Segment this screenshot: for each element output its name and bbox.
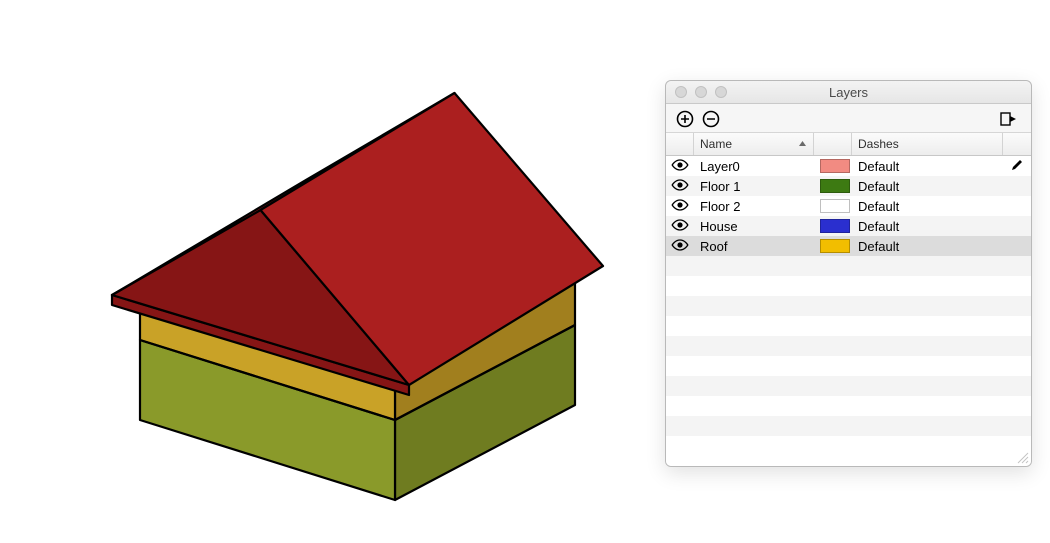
empty-row: [666, 316, 1031, 336]
empty-row: [666, 436, 1031, 456]
color-swatch[interactable]: [820, 159, 850, 173]
zoom-icon[interactable]: [715, 86, 727, 98]
column-edit[interactable]: [1003, 133, 1031, 155]
layer-dashes-cell[interactable]: Default: [852, 176, 1003, 196]
empty-row: [666, 376, 1031, 396]
layer-dashes-cell[interactable]: Default: [852, 236, 1003, 256]
layer-edit-cell[interactable]: [1003, 196, 1031, 216]
add-layer-button[interactable]: [674, 108, 696, 130]
color-swatch[interactable]: [820, 239, 850, 253]
column-color[interactable]: [814, 133, 852, 155]
layer-row[interactable]: Floor 2 Default: [666, 196, 1031, 216]
layer-dashes-label: Default: [858, 179, 899, 194]
resize-handle[interactable]: [1015, 450, 1029, 464]
layer-dashes-cell[interactable]: Default: [852, 216, 1003, 236]
layer-color-cell[interactable]: [814, 176, 852, 196]
layer-name-label: House: [700, 219, 738, 234]
layer-color-cell[interactable]: [814, 156, 852, 176]
visibility-icon: [671, 219, 689, 234]
panel-titlebar[interactable]: Layers: [666, 81, 1031, 104]
visibility-toggle[interactable]: [666, 176, 694, 196]
plus-circle-icon: [676, 110, 694, 128]
layer-row[interactable]: Roof Default: [666, 236, 1031, 256]
layer-name-label: Floor 1: [700, 179, 740, 194]
column-name-label: Name: [700, 137, 732, 151]
send-to-icon: [999, 110, 1017, 128]
visibility-toggle[interactable]: [666, 156, 694, 176]
pencil-icon: [1010, 158, 1024, 175]
layer-edit-cell[interactable]: [1003, 156, 1031, 176]
layer-dashes-label: Default: [858, 219, 899, 234]
layer-name-cell[interactable]: Floor 1: [694, 176, 814, 196]
column-name[interactable]: Name: [694, 133, 814, 155]
empty-row: [666, 296, 1031, 316]
color-swatch[interactable]: [820, 179, 850, 193]
empty-row: [666, 276, 1031, 296]
remove-layer-button[interactable]: [700, 108, 722, 130]
visibility-toggle[interactable]: [666, 196, 694, 216]
layers-list[interactable]: Layer0 Default Floor 1 Default Floor 2 Defaul…: [666, 156, 1031, 466]
empty-row: [666, 256, 1031, 276]
sort-asc-icon: [798, 137, 807, 151]
panel-toolbar: [666, 104, 1031, 132]
layer-dashes-cell[interactable]: Default: [852, 196, 1003, 216]
layer-color-cell[interactable]: [814, 216, 852, 236]
color-swatch[interactable]: [820, 199, 850, 213]
layers-header: Name Dashes: [666, 132, 1031, 156]
model-viewport[interactable]: [0, 0, 620, 540]
column-dashes-label: Dashes: [858, 137, 899, 151]
empty-row: [666, 416, 1031, 436]
layer-edit-cell[interactable]: [1003, 176, 1031, 196]
layer-row[interactable]: Layer0 Default: [666, 156, 1031, 176]
layer-dashes-label: Default: [858, 239, 899, 254]
layer-edit-cell[interactable]: [1003, 216, 1031, 236]
window-controls: [666, 86, 727, 98]
layer-name-cell[interactable]: Layer0: [694, 156, 814, 176]
minimize-icon[interactable]: [695, 86, 707, 98]
visibility-icon: [671, 179, 689, 194]
layer-name-label: Roof: [700, 239, 727, 254]
layer-color-cell[interactable]: [814, 236, 852, 256]
layer-name-cell[interactable]: Roof: [694, 236, 814, 256]
column-visibility[interactable]: [666, 133, 694, 155]
layer-name-label: Floor 2: [700, 199, 740, 214]
visibility-toggle[interactable]: [666, 236, 694, 256]
layer-dashes-label: Default: [858, 199, 899, 214]
layer-name-cell[interactable]: Floor 2: [694, 196, 814, 216]
visibility-icon: [671, 159, 689, 174]
layer-name-cell[interactable]: House: [694, 216, 814, 236]
column-dashes[interactable]: Dashes: [852, 133, 1003, 155]
layer-dashes-cell[interactable]: Default: [852, 156, 1003, 176]
empty-row: [666, 396, 1031, 416]
minus-circle-icon: [702, 110, 720, 128]
house-model: [0, 0, 620, 540]
empty-row: [666, 356, 1031, 376]
visibility-icon: [671, 239, 689, 254]
layer-row[interactable]: Floor 1 Default: [666, 176, 1031, 196]
visibility-toggle[interactable]: [666, 216, 694, 236]
layer-row[interactable]: House Default: [666, 216, 1031, 236]
empty-row: [666, 336, 1031, 356]
close-icon[interactable]: [675, 86, 687, 98]
visibility-icon: [671, 199, 689, 214]
color-swatch[interactable]: [820, 219, 850, 233]
layer-color-cell[interactable]: [814, 196, 852, 216]
layer-name-label: Layer0: [700, 159, 740, 174]
layers-panel: Layers Name: [665, 80, 1032, 467]
layer-options-button[interactable]: [997, 108, 1019, 130]
layer-dashes-label: Default: [858, 159, 899, 174]
layer-edit-cell[interactable]: [1003, 236, 1031, 256]
